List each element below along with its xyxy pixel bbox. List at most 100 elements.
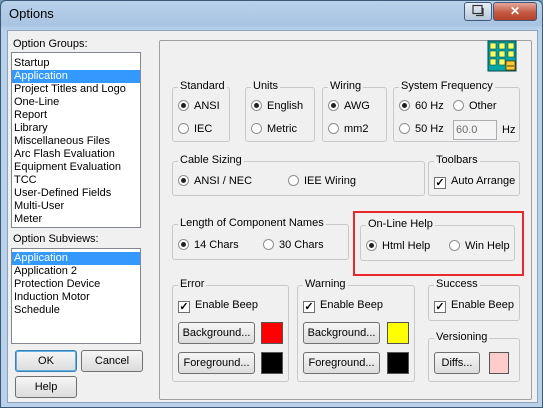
option-group-item[interactable]: Equipment Evaluation [12, 161, 140, 174]
radio-iec[interactable]: IEC [178, 123, 212, 135]
radio-iee-wiring[interactable]: IEE Wiring [288, 175, 356, 187]
option-subview-item[interactable]: Schedule [12, 304, 140, 317]
online-help-group: On-Line Help Html Help Win Help [360, 218, 515, 261]
option-group-item[interactable]: Project Titles and Logo [12, 83, 140, 96]
option-group-item[interactable]: Meter [12, 213, 140, 226]
radio-30-chars-indicator [263, 239, 274, 250]
dialog-client-area: Option Groups: Startup Application Project… [7, 30, 538, 403]
radio-html-help[interactable]: Html Help [366, 240, 430, 252]
ok-button[interactable]: OK [15, 350, 77, 372]
frequency-unit-label: Hz [502, 124, 516, 136]
radio-iee-wiring-indicator [288, 175, 299, 186]
radio-english[interactable]: English [251, 100, 303, 112]
radio-awg[interactable]: AWG [328, 100, 370, 112]
success-enable-beep-checkbox[interactable]: ✓ Enable Beep [434, 299, 514, 313]
system-frequency-group: System Frequency 60 Hz Other 50 Hz 60.0 … [393, 80, 520, 142]
option-group-item[interactable]: Arc Flash Evaluation [12, 148, 140, 161]
error-foreground-button[interactable]: Foreground... [178, 352, 255, 374]
title-help-button[interactable] [464, 2, 492, 21]
wiring-caption: Wiring [328, 80, 364, 92]
radio-ansi-nec-label: ANSI / NEC [194, 175, 253, 187]
radio-30-chars[interactable]: 30 Chars [263, 239, 324, 251]
option-group-item[interactable]: User-Defined Fields [12, 187, 140, 200]
radio-iec-label: IEC [194, 123, 213, 135]
wiring-group: Wiring AWG mm2 [322, 80, 387, 142]
radio-mm2-indicator [328, 123, 339, 134]
radio-iec-indicator [178, 123, 189, 134]
context-help-icon [465, 4, 491, 20]
option-groups-list[interactable]: Startup Application Project Titles and Log… [11, 52, 141, 228]
option-subviews-list[interactable]: Application Application 2 Protection Devic… [11, 248, 141, 344]
warning-background-swatch [387, 322, 409, 344]
success-group: Success ✓ Enable Beep [428, 278, 520, 321]
radio-ansi-label: ANSI [194, 100, 220, 112]
radio-html-help-label: Html Help [382, 240, 431, 252]
warning-foreground-swatch [387, 352, 409, 374]
option-subview-item[interactable]: Protection Device [12, 278, 140, 291]
option-group-item[interactable]: TCC [12, 174, 140, 187]
option-groups-label: Option Groups: [13, 38, 88, 50]
radio-50hz[interactable]: 50 Hz [399, 123, 444, 135]
radio-metric[interactable]: Metric [251, 123, 297, 135]
cancel-button[interactable]: Cancel [81, 350, 143, 372]
option-group-item[interactable]: Multi-User [12, 200, 140, 213]
units-caption: Units [251, 80, 281, 92]
radio-win-help[interactable]: Win Help [449, 240, 510, 252]
radio-win-help-label: Win Help [465, 240, 510, 252]
error-background-swatch [261, 322, 283, 344]
option-subview-item[interactable]: Induction Motor [12, 291, 140, 304]
radio-other-indicator [453, 100, 464, 111]
toolbars-caption: Toolbars [434, 154, 480, 166]
radio-60hz[interactable]: 60 Hz [399, 100, 444, 112]
option-subviews-label: Option Subviews: [13, 233, 99, 245]
option-group-item[interactable]: Miscellaneous Files [12, 135, 140, 148]
other-frequency-field[interactable]: 60.0 [453, 120, 497, 140]
radio-14-chars[interactable]: 14 Chars [178, 239, 239, 251]
component-names-caption: Length of Component Names [178, 217, 326, 229]
help-button[interactable]: Help [15, 376, 77, 398]
radio-other-frequency[interactable]: Other [453, 100, 497, 112]
diffs-button[interactable]: Diffs... [434, 352, 480, 374]
auto-arrange-check-icon: ✓ [434, 177, 446, 189]
radio-60hz-label: 60 Hz [415, 100, 444, 112]
standard-group: Standard ANSI IEC [172, 80, 230, 142]
building-icon [487, 40, 517, 72]
error-enable-beep-label: Enable Beep [195, 299, 258, 311]
option-group-item[interactable]: Startup [12, 57, 140, 70]
radio-ansi-nec[interactable]: ANSI / NEC [178, 175, 252, 187]
radio-awg-label: AWG [344, 100, 370, 112]
close-button[interactable]: ✕ [493, 2, 537, 21]
radio-english-label: English [267, 100, 304, 112]
warning-group: Warning ✓ Enable Beep Background... Foreg… [297, 278, 415, 382]
window-title: Options [9, 6, 54, 21]
versioning-group: Versioning Diffs... [428, 331, 520, 382]
radio-mm2[interactable]: mm2 [328, 123, 368, 135]
option-group-item[interactable]: Report [12, 109, 140, 122]
option-group-item[interactable]: Library [12, 122, 140, 135]
auto-arrange-label: Auto Arrange [451, 175, 516, 187]
radio-english-indicator [251, 100, 262, 111]
cable-sizing-caption: Cable Sizing [178, 154, 244, 166]
radio-html-help-indicator [366, 240, 377, 251]
warning-beep-check-icon: ✓ [303, 301, 315, 313]
warning-background-button[interactable]: Background... [303, 322, 380, 344]
option-group-item[interactable]: One-Line [12, 96, 140, 109]
radio-awg-indicator [328, 100, 339, 111]
option-group-item[interactable]: Application [12, 70, 140, 83]
warning-foreground-button[interactable]: Foreground... [303, 352, 380, 374]
radio-14-chars-indicator [178, 239, 189, 250]
radio-60hz-indicator [399, 100, 410, 111]
error-beep-check-icon: ✓ [178, 301, 190, 313]
warning-enable-beep-checkbox[interactable]: ✓ Enable Beep [303, 299, 383, 313]
radio-ansi[interactable]: ANSI [178, 100, 220, 112]
success-caption: Success [434, 278, 480, 290]
error-background-button[interactable]: Background... [178, 322, 255, 344]
option-subview-item[interactable]: Application [12, 252, 140, 265]
close-icon: ✕ [509, 4, 521, 18]
option-subview-item[interactable]: Application 2 [12, 265, 140, 278]
success-beep-check-icon: ✓ [434, 301, 446, 313]
error-enable-beep-checkbox[interactable]: ✓ Enable Beep [178, 299, 258, 313]
system-frequency-caption: System Frequency [399, 80, 495, 92]
auto-arrange-checkbox[interactable]: ✓ Auto Arrange [434, 175, 515, 189]
online-help-caption: On-Line Help [366, 218, 435, 230]
